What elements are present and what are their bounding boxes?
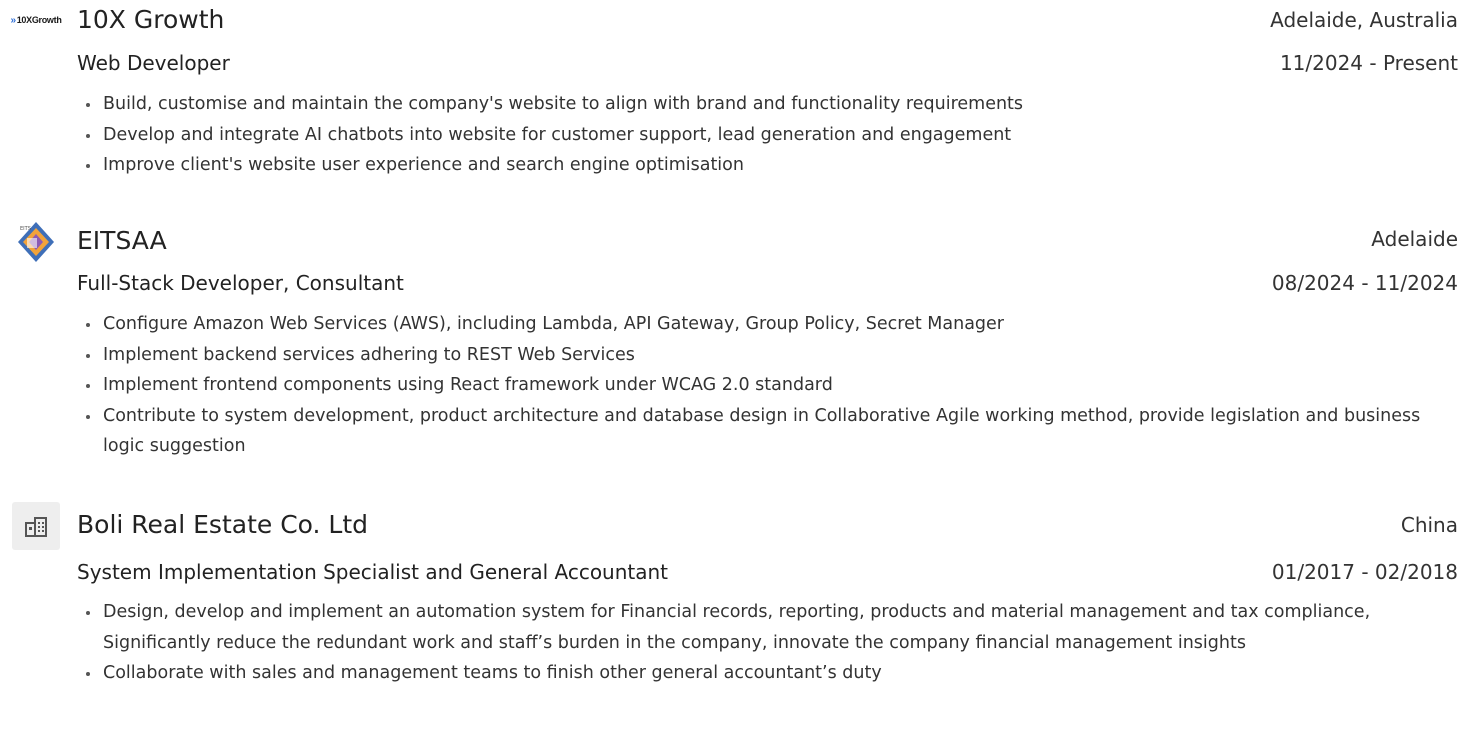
company-name: 10X Growth [77,5,225,34]
job-role: Web Developer [77,51,230,75]
responsibility-item: Implement frontend components using Reac… [80,370,1460,401]
job-dates: 08/2024 - 11/2024 [1271,271,1458,295]
job-dates: 11/2024 - Present [1279,51,1458,75]
responsibility-item: Design, develop and implement an automat… [80,597,1460,658]
responsibility-list: Design, develop and implement an automat… [80,597,1460,689]
company-logo [10,500,62,552]
company-name: Boli Real Estate Co. Ltd [77,510,369,539]
svg-text:EITS: EITS [20,226,31,232]
eitsaa-logo-icon: EITS [18,222,54,262]
job-dates: 01/2017 - 02/2018 [1271,560,1458,584]
responsibility-item: Configure Amazon Web Services (AWS), inc… [80,309,1460,340]
job-location: China [1400,513,1458,537]
company-logo: EITS [10,216,62,268]
responsibility-item: Implement backend services adhering to R… [80,340,1460,371]
responsibility-list: Configure Amazon Web Services (AWS), inc… [80,309,1460,462]
responsibility-item: Contribute to system development, produc… [80,401,1460,462]
10x-growth-logo-icon: » 10XGrowth [10,14,62,26]
job-role: Full-Stack Developer, Consultant [77,271,404,295]
job-role: System Implementation Specialist and Gen… [77,560,669,584]
job-location: Adelaide [1371,227,1458,251]
building-icon [12,502,60,550]
responsibility-item: Build, customise and maintain the compan… [80,89,1460,120]
company-logo: » 10XGrowth [10,0,62,46]
company-name: EITSAA [77,226,167,255]
responsibility-item: Develop and integrate AI chatbots into w… [80,120,1460,151]
responsibility-list: Build, customise and maintain the compan… [80,89,1460,181]
responsibility-item: Improve client's website user experience… [80,150,1460,181]
job-location: Adelaide, Australia [1270,8,1458,32]
responsibility-item: Collaborate with sales and management te… [80,658,1460,689]
